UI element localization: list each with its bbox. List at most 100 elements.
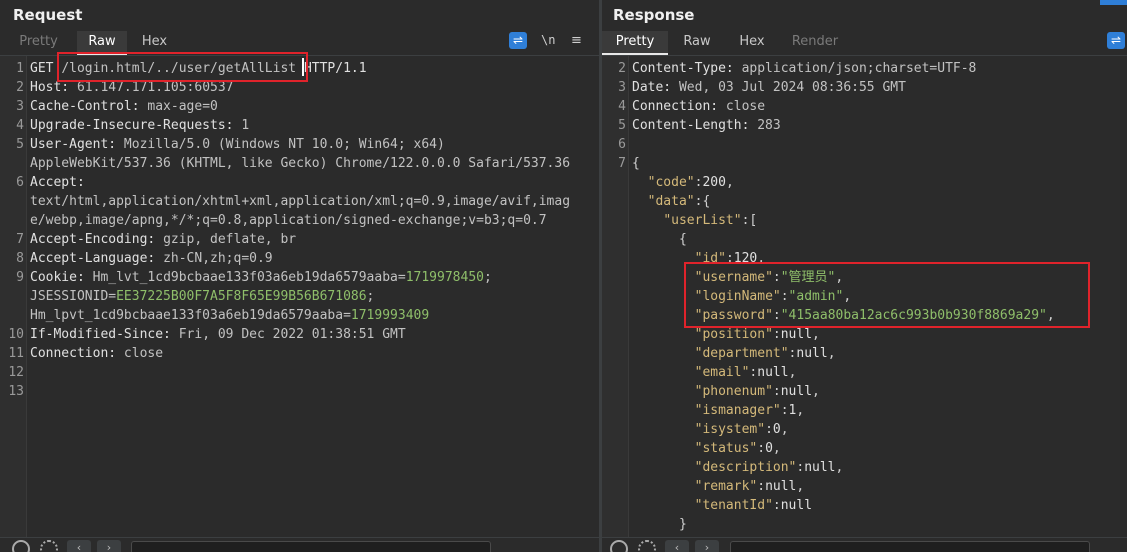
token: HTTP/1.1 bbox=[296, 61, 367, 76]
token: /login.html/../user/getAllList bbox=[61, 61, 297, 76]
line-content: "ismanager":1, bbox=[632, 401, 805, 420]
token: , bbox=[835, 270, 844, 285]
tab-raw[interactable]: Raw bbox=[77, 31, 127, 55]
tab-hex[interactable]: Hex bbox=[726, 31, 778, 55]
token: JSESSIONID= bbox=[30, 289, 117, 304]
token: EE37225B00F7A5F8F65E99B56B671086 bbox=[116, 289, 367, 304]
wrap-lines-icon[interactable]: ⇌ bbox=[509, 32, 527, 49]
token: { bbox=[632, 156, 640, 171]
line-content: Content-Length: 283 bbox=[632, 116, 781, 135]
line-number: 5 bbox=[16, 137, 24, 152]
line-content: If-Modified-Since: Fri, 09 Dec 2022 01:3… bbox=[30, 325, 406, 344]
request-editor[interactable]: 1 GET /login.html/../user/getAllList HTTP… bbox=[0, 55, 599, 537]
token: User-Agent: bbox=[30, 137, 124, 152]
token: 283 bbox=[757, 118, 781, 133]
line-content: "remark":null, bbox=[632, 477, 805, 496]
token: "data" bbox=[647, 194, 695, 209]
token: , bbox=[827, 346, 836, 361]
settings-icon[interactable] bbox=[638, 540, 656, 552]
token: : bbox=[772, 270, 781, 285]
token: Hm_lvt_1cd9bcbaae133f03a6eb19da6579aaba= bbox=[92, 270, 406, 285]
scroll-indicator bbox=[1100, 0, 1127, 5]
token: : bbox=[757, 441, 766, 456]
line-content: Host: 61.147.171.105:60537 bbox=[30, 78, 234, 97]
response-editor[interactable]: 2 Content-Type: application/json;charset=… bbox=[602, 55, 1127, 537]
line-content: "id":120, bbox=[632, 249, 765, 268]
token: null bbox=[757, 365, 789, 380]
menu-icon[interactable]: ≡ bbox=[571, 32, 589, 49]
line-content: "data":{ bbox=[632, 192, 711, 211]
token: "415aa80ba12ac6c993b0b930f8869a29" bbox=[780, 308, 1047, 323]
token: max-age=0 bbox=[147, 99, 218, 114]
token: AppleWebKit/537.36 (KHTML, like Gecko) C… bbox=[30, 156, 571, 171]
response-tabs: Pretty Raw Hex Render bbox=[602, 31, 852, 55]
token: , bbox=[835, 460, 844, 475]
token: 1719978450 bbox=[405, 270, 484, 285]
token: null bbox=[765, 479, 797, 494]
token: : bbox=[725, 251, 734, 266]
token: 0 bbox=[765, 441, 773, 456]
line-content: Accept-Language: zh-CN,zh;q=0.9 bbox=[30, 249, 273, 268]
token: : bbox=[757, 479, 766, 494]
tab-render[interactable]: Render bbox=[778, 31, 852, 55]
line-content: "position":null, bbox=[632, 325, 820, 344]
help-icon[interactable] bbox=[610, 540, 628, 552]
token: , bbox=[788, 365, 797, 380]
next-match-button[interactable]: › bbox=[97, 540, 121, 552]
token: 0 bbox=[772, 422, 781, 437]
token: "phonenum" bbox=[694, 384, 773, 399]
token: "id" bbox=[694, 251, 726, 266]
line-content: Hm_lpvt_1cd9bcbaae133f03a6eb19da6579aaba… bbox=[30, 306, 429, 325]
prev-match-button[interactable]: ‹ bbox=[67, 540, 91, 552]
token: If-Modified-Since: bbox=[30, 327, 179, 342]
wrap-lines-icon[interactable]: ⇌ bbox=[1107, 32, 1125, 49]
search-input[interactable] bbox=[730, 541, 1090, 552]
token: Accept: bbox=[30, 175, 85, 190]
token: gzip, deflate, br bbox=[163, 232, 297, 247]
tab-hex[interactable]: Hex bbox=[127, 31, 182, 55]
line-content: User-Agent: Mozilla/5.0 (Windows NT 10.0… bbox=[30, 135, 445, 154]
token: close bbox=[123, 346, 164, 361]
line-content: "userList":[ bbox=[632, 211, 757, 230]
search-input[interactable] bbox=[131, 541, 491, 552]
token: } bbox=[632, 517, 687, 532]
token: Connection: bbox=[30, 346, 124, 361]
help-icon[interactable] bbox=[12, 540, 30, 552]
token: null bbox=[780, 498, 813, 513]
settings-icon[interactable] bbox=[40, 540, 58, 552]
token: Cache-Control: bbox=[30, 99, 148, 114]
tab-raw[interactable]: Raw bbox=[668, 31, 726, 55]
next-match-button[interactable]: › bbox=[695, 540, 719, 552]
token: null bbox=[796, 346, 828, 361]
line-content: Cache-Control: max-age=0 bbox=[30, 97, 218, 116]
token: : bbox=[772, 327, 781, 342]
token: : bbox=[772, 384, 781, 399]
line-content: "password":"415aa80ba12ac6c993b0b930f886… bbox=[632, 306, 1055, 325]
line-number: 7 bbox=[618, 156, 626, 171]
tab-pretty[interactable]: Pretty bbox=[0, 31, 77, 55]
line-content: } bbox=[632, 515, 687, 534]
line-content: "department":null, bbox=[632, 344, 836, 363]
token: , bbox=[812, 384, 820, 399]
tab-pretty[interactable]: Pretty bbox=[602, 31, 668, 55]
token: ; bbox=[483, 270, 492, 285]
token: null bbox=[780, 327, 813, 342]
token: , bbox=[796, 403, 805, 418]
token: 1719993409 bbox=[350, 308, 430, 323]
token: ; bbox=[366, 289, 375, 304]
line-number: 13 bbox=[8, 384, 24, 399]
token: : bbox=[780, 403, 789, 418]
line-number: 3 bbox=[16, 99, 24, 114]
prev-match-button[interactable]: ‹ bbox=[665, 540, 689, 552]
response-title: Response bbox=[613, 6, 695, 24]
token: "code" bbox=[647, 175, 695, 190]
line-number: 4 bbox=[618, 99, 626, 114]
token: "status" bbox=[694, 441, 758, 456]
response-pane: Response Pretty Raw Hex Render ⇌ 2 Conten… bbox=[602, 0, 1127, 552]
newline-toggle-icon[interactable]: \n bbox=[541, 32, 559, 49]
